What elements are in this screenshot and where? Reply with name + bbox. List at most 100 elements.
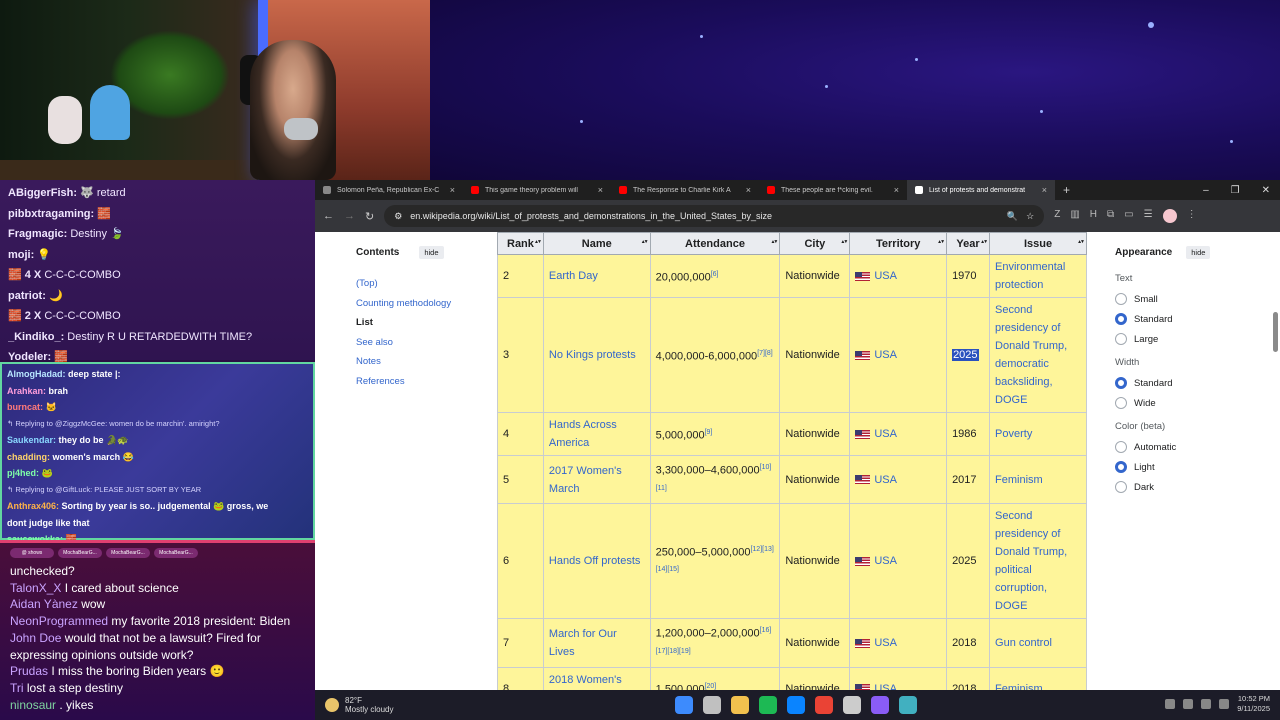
issue-link[interactable]: Second presidency of Donald Trump, democ…: [995, 304, 1067, 406]
sidebar-icon[interactable]: ▭: [1124, 209, 1133, 223]
reload-icon[interactable]: ↻: [365, 210, 374, 223]
appearance-option[interactable]: Light: [1115, 461, 1265, 473]
chat-username[interactable]: Aidan Yànez: [10, 597, 78, 611]
chat-username[interactable]: moji:: [8, 249, 34, 261]
toc-item[interactable]: Counting methodology: [356, 294, 496, 314]
close-icon[interactable]: ✕: [1262, 185, 1270, 196]
protest-link[interactable]: No Kings protests: [549, 349, 636, 361]
protest-link[interactable]: Hands Across America: [549, 419, 617, 449]
chat-username[interactable]: AlmogHadad:: [7, 369, 66, 379]
chat-username[interactable]: chadding:: [7, 452, 50, 462]
issue-link[interactable]: Gun control: [995, 637, 1052, 649]
extension-icon[interactable]: Z: [1054, 209, 1060, 223]
scrollbar[interactable]: [1273, 312, 1278, 352]
protest-link[interactable]: March for Our Lives: [549, 628, 617, 658]
sort-icon[interactable]: ▲▼: [980, 239, 988, 245]
trash-icon[interactable]: ▥: [1070, 209, 1079, 223]
issue-link[interactable]: Feminism: [995, 683, 1043, 690]
reference-links[interactable]: [20]: [705, 683, 717, 690]
toc-item[interactable]: (Top): [356, 274, 496, 294]
site-info-icon[interactable]: ⚙: [394, 211, 402, 222]
protest-link[interactable]: Earth Day: [549, 270, 598, 282]
column-header-rank[interactable]: Rank ▲▼: [497, 232, 544, 255]
sort-icon[interactable]: ▲▼: [770, 239, 778, 245]
reference-links[interactable]: [7][8]: [757, 350, 773, 357]
tab[interactable]: The Response to Charlie Kirk A ×: [611, 180, 759, 200]
sort-icon[interactable]: ▲▼: [641, 239, 649, 245]
chat-username[interactable]: burncat:: [7, 402, 43, 412]
territory-link[interactable]: USA: [874, 349, 897, 361]
territory-link[interactable]: USA: [874, 555, 897, 567]
tab[interactable]: Solomon Peña, Republican Ex-C ×: [315, 180, 463, 200]
chat-username[interactable]: ninosaur: [10, 698, 56, 712]
toc-item[interactable]: List: [356, 313, 496, 333]
radio-button[interactable]: [1115, 397, 1127, 409]
tab[interactable]: These people are f*cking evil. ×: [759, 180, 907, 200]
toc-item[interactable]: See also: [356, 333, 496, 353]
wifi-icon[interactable]: [1201, 699, 1212, 709]
column-header-year[interactable]: Year ▲▼: [946, 232, 991, 255]
chat-username[interactable]: Arahkan:: [7, 386, 46, 396]
tray-icon[interactable]: [1183, 699, 1194, 709]
column-header-name[interactable]: Name ▲▼: [542, 232, 651, 255]
territory-link[interactable]: USA: [874, 683, 897, 690]
sort-icon[interactable]: ▲▼: [840, 239, 848, 245]
territory-link[interactable]: USA: [874, 270, 897, 282]
appearance-option[interactable]: Small: [1115, 293, 1265, 305]
chat-username[interactable]: pibbxtragaming:: [8, 208, 94, 220]
taskbar-app-icon[interactable]: [675, 696, 693, 714]
territory-link[interactable]: USA: [874, 637, 897, 649]
tray-icon[interactable]: [1165, 699, 1176, 709]
taskbar-app-icon[interactable]: [843, 696, 861, 714]
chat-username[interactable]: 🧱 4 X: [8, 269, 41, 281]
chat-username[interactable]: NeonProgrammed: [10, 614, 108, 628]
radio-button[interactable]: [1115, 377, 1127, 389]
chat-username[interactable]: ABiggerFish:: [8, 187, 77, 199]
appearance-option[interactable]: Standard: [1115, 377, 1265, 389]
radio-button[interactable]: [1115, 461, 1127, 473]
appearance-option[interactable]: Large: [1115, 333, 1265, 345]
sort-icon[interactable]: ▲▼: [1077, 239, 1085, 245]
column-header-city[interactable]: City ▲▼: [779, 232, 851, 255]
appearance-hide-button[interactable]: hide: [1186, 246, 1211, 259]
chat-username[interactable]: 🧱 2 X: [8, 310, 41, 322]
radio-button[interactable]: [1115, 293, 1127, 305]
territory-link[interactable]: USA: [874, 474, 897, 486]
chat-username[interactable]: Prudas: [10, 664, 48, 678]
playlist-icon[interactable]: ☰: [1144, 209, 1153, 223]
sort-icon[interactable]: ▲▼: [937, 239, 945, 245]
chat-username[interactable]: patriot:: [8, 290, 46, 302]
territory-link[interactable]: USA: [874, 428, 897, 440]
taskbar-app-icon[interactable]: [759, 696, 777, 714]
protest-link[interactable]: 2017 Women's March: [549, 465, 622, 495]
taskbar-app-icon[interactable]: [787, 696, 805, 714]
taskbar-app-icon[interactable]: [871, 696, 889, 714]
column-header-territory[interactable]: Territory ▲▼: [849, 232, 948, 255]
back-icon[interactable]: ←: [323, 210, 334, 222]
sort-icon[interactable]: ▲▼: [534, 239, 542, 245]
volume-icon[interactable]: [1219, 699, 1230, 709]
issue-link[interactable]: Environmental protection: [995, 261, 1065, 291]
tab-close-icon[interactable]: ×: [598, 185, 603, 195]
puzzle-icon[interactable]: ⧉: [1107, 209, 1114, 223]
new-tab-button[interactable]: +: [1063, 183, 1070, 197]
toc-item[interactable]: References: [356, 372, 496, 392]
protest-link[interactable]: 2018 Women's March: [549, 674, 622, 690]
issue-link[interactable]: Poverty: [995, 428, 1032, 440]
appearance-option[interactable]: Wide: [1115, 397, 1265, 409]
appearance-option[interactable]: Automatic: [1115, 441, 1265, 453]
profile-avatar[interactable]: [1162, 209, 1177, 223]
chat-username[interactable]: TalonX_X: [10, 581, 61, 595]
chat-username[interactable]: John Doe: [10, 631, 61, 645]
taskbar-app-icon[interactable]: [899, 696, 917, 714]
appearance-option[interactable]: Dark: [1115, 481, 1265, 493]
clock[interactable]: 10:52 PM 9/11/2025: [1237, 694, 1270, 714]
menu-icon[interactable]: ⋮: [1187, 209, 1197, 223]
tab[interactable]: This game theory problem will ×: [463, 180, 611, 200]
column-header-issue[interactable]: Issue ▲▼: [989, 232, 1087, 255]
taskbar-app-icon[interactable]: [703, 696, 721, 714]
tab-close-icon[interactable]: ×: [450, 185, 455, 195]
forward-icon[interactable]: →: [344, 210, 355, 222]
radio-button[interactable]: [1115, 333, 1127, 345]
taskbar-app-icon[interactable]: [815, 696, 833, 714]
